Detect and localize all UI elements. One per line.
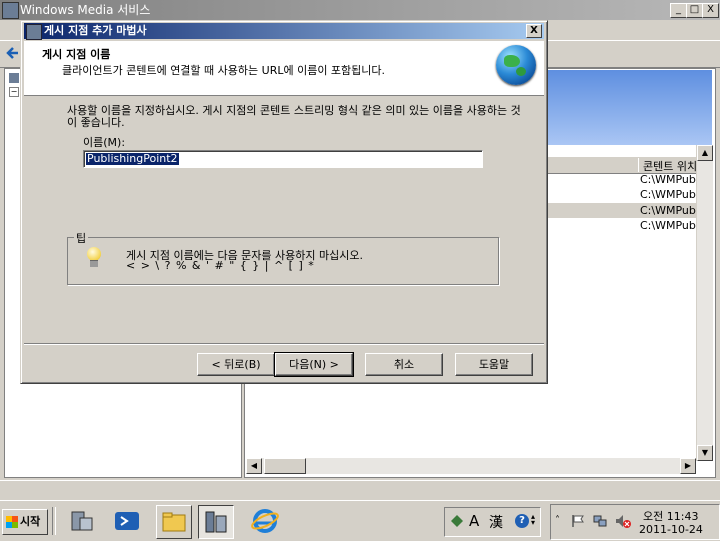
wizard-heading: 게시 지점 이름: [42, 48, 111, 61]
status-bar: [0, 480, 720, 501]
list-item[interactable]: C:\WMPub: [640, 188, 700, 201]
wizard-app-icon: [26, 24, 42, 40]
wizard-header: 게시 지점 이름 클라이언트가 콘텐트에 연결할 때 사용하는 URL에 이름이…: [24, 41, 544, 96]
back-arrow-icon[interactable]: [6, 46, 20, 60]
scroll-right-icon[interactable]: ▶: [680, 458, 696, 474]
tips-group: 팁 게시 지점 이름에는 다음 문자를 사용하지 마십시오. < > \ ? %…: [67, 230, 499, 285]
help-button[interactable]: 도움말: [455, 353, 533, 376]
horizontal-scroll-thumb[interactable]: [264, 458, 306, 474]
add-publishing-point-wizard: 게시 지점 추가 마법사 X 게시 지점 이름 클라이언트가 콘텐트에 연결할 …: [20, 20, 548, 384]
scroll-up-icon[interactable]: ▲: [697, 145, 713, 161]
publishing-point-name-input[interactable]: PublishingPoint2: [83, 150, 483, 168]
dialog-close-button[interactable]: X: [526, 24, 542, 38]
internet-explorer-icon[interactable]: [250, 506, 280, 536]
minimize-button[interactable]: _: [670, 3, 687, 18]
lightbulb-icon: [86, 247, 102, 267]
server-manager-icon[interactable]: [66, 506, 96, 536]
taskbar-media-services[interactable]: [198, 505, 234, 539]
powershell-icon[interactable]: [112, 506, 142, 536]
dialog-title-bar[interactable]: 게시 지점 추가 마법사 X: [24, 23, 544, 40]
media-services-app-icon: [2, 2, 19, 19]
button-separator: [24, 343, 544, 345]
wizard-subheading: 클라이언트가 콘텐트에 연결할 때 사용하는 URL에 이름이 포함됩니다.: [62, 64, 386, 77]
column-header-content-location[interactable]: 콘텐트 위치: [638, 158, 703, 172]
scroll-down-icon[interactable]: ▼: [697, 445, 713, 461]
start-button[interactable]: 시작: [2, 509, 48, 535]
background-title-bar[interactable]: Windows Media 서비스 _ □ X: [0, 0, 720, 20]
name-input-value: PublishingPoint2: [86, 152, 179, 165]
start-label: 시작: [20, 515, 41, 528]
forbidden-characters: < > \ ? % & ' # " { } | ^ [ ] *: [126, 259, 315, 272]
back-button[interactable]: < 뒤로(B): [197, 353, 275, 376]
details-banner: [546, 70, 712, 145]
taskbar-explorer[interactable]: [156, 505, 192, 539]
language-bar[interactable]: A 漢 ? ▴ ▾: [444, 507, 541, 537]
language-indicator[interactable]: A: [469, 512, 479, 530]
instruction-text: 사용할 이름을 지정하십시오. 게시 지점의 콘텐트 스트리밍 형식 같은 의미…: [67, 104, 521, 129]
windows-logo-icon: [6, 516, 18, 528]
scroll-left-icon[interactable]: ◀: [246, 458, 262, 474]
volume-muted-icon[interactable]: [615, 514, 631, 528]
folder-icon: [162, 512, 186, 532]
vertical-scrollbar[interactable]: ▲ ▼: [696, 145, 713, 461]
taskbar-separator: [52, 507, 56, 535]
show-hidden-icons-icon[interactable]: ˄: [555, 515, 560, 526]
next-button[interactable]: 다음(N) >: [274, 352, 354, 377]
name-label: 이름(M):: [83, 136, 126, 149]
media-services-icon: [205, 511, 227, 533]
list-item[interactable]: C:\WMPub: [640, 204, 700, 217]
cancel-button[interactable]: 취소: [365, 353, 443, 376]
maximize-button[interactable]: □: [686, 3, 703, 18]
globe-icon: [496, 45, 536, 85]
action-center-flag-icon[interactable]: [571, 514, 585, 528]
clock-date[interactable]: 2011-10-24: [639, 523, 703, 536]
list-item[interactable]: C:\WMPub: [640, 219, 700, 232]
dialog-title: 게시 지점 추가 마법사: [44, 24, 147, 37]
language-bar-options-icon[interactable]: ▴ ▾: [531, 513, 535, 527]
tree-root-icon: [9, 73, 19, 83]
notification-area: ˄ 오전 11:43 2011-10-24: [550, 504, 720, 540]
tree-collapse-icon[interactable]: −: [9, 87, 19, 97]
ime-pad-icon[interactable]: [451, 515, 463, 527]
list-item[interactable]: C:\WMPub: [640, 173, 700, 186]
close-button[interactable]: X: [702, 3, 719, 18]
list-header[interactable]: 콘텐트 위치: [546, 157, 697, 174]
background-window-title: Windows Media 서비스: [20, 3, 151, 17]
horizontal-scrollbar[interactable]: ◀ ▶: [246, 458, 696, 474]
tips-label: 팁: [74, 230, 89, 246]
network-icon[interactable]: [593, 514, 607, 528]
hanja-indicator[interactable]: 漢: [489, 512, 503, 532]
clock-time[interactable]: 오전 11:43: [643, 508, 698, 524]
help-icon[interactable]: ?: [515, 514, 529, 528]
taskbar: 시작 A 漢 ? ▴ ▾ ˄ 오전 11:43 2011-10-24: [0, 500, 720, 541]
